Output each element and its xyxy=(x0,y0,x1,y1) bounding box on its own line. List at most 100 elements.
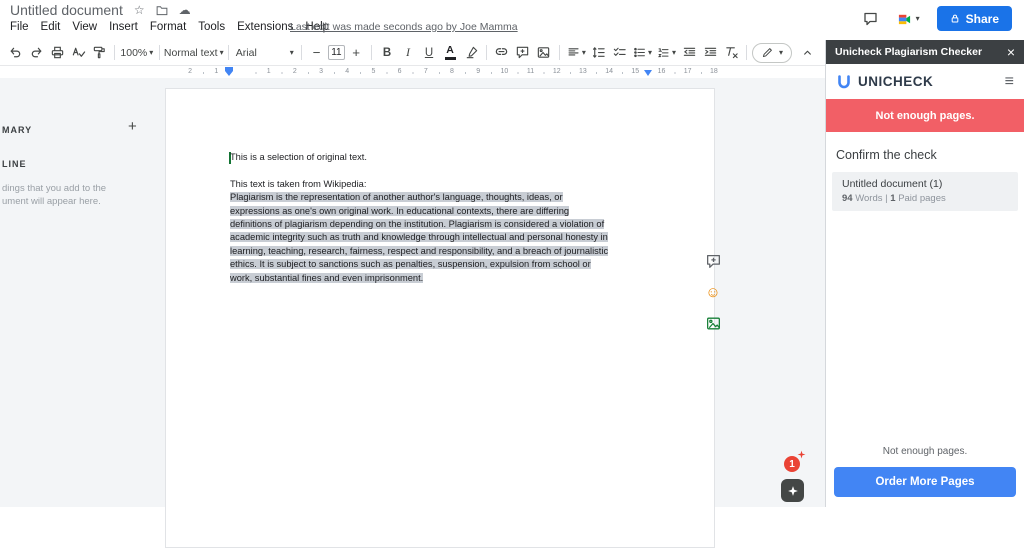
ruler-number: 16 xyxy=(648,66,674,78)
meet-camera-icon xyxy=(896,12,913,26)
margin-suggest-image-button[interactable] xyxy=(702,312,724,334)
check-item-title: Untitled document (1) xyxy=(842,178,1008,190)
cloud-status-icon[interactable]: ☁ xyxy=(179,4,191,16)
font-size-decrease-button[interactable]: − xyxy=(307,42,327,64)
menu-item[interactable]: View xyxy=(66,19,103,35)
footer-note: Not enough pages. xyxy=(826,446,1024,457)
margin-actions: ☺ xyxy=(702,250,724,334)
document-page[interactable]: This is a selection of original text. Th… xyxy=(165,88,715,548)
doc-line[interactable]: ethics. It is subject to sanctions such … xyxy=(230,258,666,271)
menu-item[interactable]: Tools xyxy=(192,19,231,35)
meet-button[interactable]: ▾ xyxy=(896,12,920,26)
menu-item[interactable]: Insert xyxy=(103,19,144,35)
unicheck-logo-icon xyxy=(836,74,852,90)
font-value: Arial xyxy=(236,47,257,59)
chevron-down-icon: ▾ xyxy=(779,49,783,57)
toolbar: 100% ▾ Normal text ▾ Arial ▾ − 11 + B I … xyxy=(0,40,825,66)
left-indent-marker[interactable] xyxy=(225,67,233,71)
bulleted-list-button[interactable]: ▾ xyxy=(631,42,654,64)
ruler-number: 6 xyxy=(387,66,413,78)
menu-item[interactable]: Edit xyxy=(35,19,67,35)
panel-title: Unicheck Plagiarism Checker xyxy=(835,46,982,58)
undo-button[interactable] xyxy=(5,42,25,64)
check-item-meta: 94 Words | 1 Paid pages xyxy=(842,193,1008,204)
document-check-item[interactable]: Untitled document (1) 94 Words | 1 Paid … xyxy=(832,172,1018,211)
comment-plus-icon xyxy=(705,253,722,270)
close-panel-button[interactable]: × xyxy=(1007,45,1015,59)
zoom-value: 100% xyxy=(120,47,147,59)
order-more-pages-button[interactable]: Order More Pages xyxy=(834,467,1016,497)
open-comments-button[interactable] xyxy=(862,11,879,27)
highlight-color-button[interactable] xyxy=(461,42,481,64)
chevron-down-icon: ▾ xyxy=(220,49,224,57)
pencil-icon xyxy=(761,46,774,59)
right-indent-marker[interactable] xyxy=(644,70,652,76)
image-icon xyxy=(705,315,722,332)
share-button[interactable]: Share xyxy=(937,6,1012,31)
doc-line[interactable]: This text is taken from Wikipedia: xyxy=(230,178,666,191)
increase-indent-button[interactable] xyxy=(700,42,720,64)
font-select[interactable]: Arial ▾ xyxy=(234,42,296,64)
margin-emoji-reaction-button[interactable]: ☺ xyxy=(702,281,724,303)
toolbar-separator xyxy=(114,45,115,60)
chevron-down-icon: ▾ xyxy=(582,49,586,57)
add-comment-button[interactable] xyxy=(513,42,533,64)
redo-button[interactable] xyxy=(26,42,46,64)
document-text: This is a selection of original text. Th… xyxy=(230,151,666,285)
doc-line[interactable]: academic integrity such as truth and kno… xyxy=(230,231,666,244)
underline-button[interactable]: U xyxy=(419,42,439,64)
text-color-icon: A xyxy=(445,45,456,60)
toolbar-separator xyxy=(159,45,160,60)
summary-panel-label: MARY xyxy=(2,125,32,135)
insert-image-button[interactable] xyxy=(534,42,554,64)
doc-line[interactable] xyxy=(230,164,666,177)
ruler-number: 17 xyxy=(675,66,701,78)
hide-menus-button[interactable] xyxy=(801,46,814,59)
toolbar-separator xyxy=(486,45,487,60)
move-folder-icon[interactable] xyxy=(156,5,168,16)
ruler-number: 5 xyxy=(360,66,386,78)
font-size-field[interactable]: 11 xyxy=(328,45,345,60)
paint-format-button[interactable] xyxy=(89,42,109,64)
ruler[interactable]: 21123456789101112131415161718 xyxy=(0,66,825,78)
line-spacing-button[interactable] xyxy=(589,42,609,64)
outline-panel-label: LINE xyxy=(2,159,27,169)
panel-titlebar: Unicheck Plagiarism Checker × xyxy=(826,40,1024,64)
bold-button[interactable]: B xyxy=(377,42,397,64)
italic-button[interactable]: I xyxy=(398,42,418,64)
chevron-down-icon: ▾ xyxy=(290,49,294,57)
unicheck-brand-row: UNICHECK ≡ xyxy=(826,64,1024,99)
font-size-increase-button[interactable]: + xyxy=(346,42,366,64)
margin-add-comment-button[interactable] xyxy=(702,250,724,272)
insert-link-button[interactable] xyxy=(492,42,512,64)
doc-line[interactable]: Plagiarism is the representation of anot… xyxy=(230,191,666,204)
numbered-list-button[interactable]: ▾ xyxy=(655,42,678,64)
paragraph-style-select[interactable]: Normal text ▾ xyxy=(165,42,223,64)
zoom-select[interactable]: 100% ▾ xyxy=(120,42,154,64)
clear-formatting-button[interactable] xyxy=(721,42,741,64)
doc-line[interactable]: learning, teaching, research, fairness, … xyxy=(230,245,666,258)
menu-item[interactable]: File xyxy=(4,19,35,35)
spellcheck-button[interactable] xyxy=(68,42,88,64)
document-title[interactable]: Untitled document xyxy=(10,2,123,18)
align-button[interactable]: ▾ xyxy=(565,42,588,64)
panel-menu-button[interactable]: ≡ xyxy=(1005,74,1014,90)
ruler-number: 11 xyxy=(517,66,543,78)
lock-icon xyxy=(950,13,960,24)
editing-mode-button[interactable]: ▾ xyxy=(752,43,792,63)
menu-item[interactable]: Format xyxy=(144,19,192,35)
checklist-button[interactable] xyxy=(610,42,630,64)
addon-notifications-button[interactable] xyxy=(781,479,804,502)
doc-line[interactable]: work, substantial fines and even impriso… xyxy=(230,272,666,285)
text-color-button[interactable]: A xyxy=(440,42,460,64)
docs-header: Untitled document ☆ ☁ FileEditViewInsert… xyxy=(0,0,1024,40)
print-button[interactable] xyxy=(47,42,67,64)
toolbar-separator xyxy=(746,45,747,60)
doc-line[interactable]: definitions of plagiarism depending on t… xyxy=(230,218,666,231)
decrease-indent-button[interactable] xyxy=(679,42,699,64)
doc-line[interactable]: This is a selection of original text. xyxy=(230,151,666,164)
add-summary-button[interactable]: + xyxy=(128,118,137,135)
doc-line[interactable]: expressions as one's own original work. … xyxy=(230,205,666,218)
last-edit-link[interactable]: Last edit was made seconds ago by Joe Ma… xyxy=(290,21,518,33)
star-icon[interactable]: ☆ xyxy=(134,4,145,16)
